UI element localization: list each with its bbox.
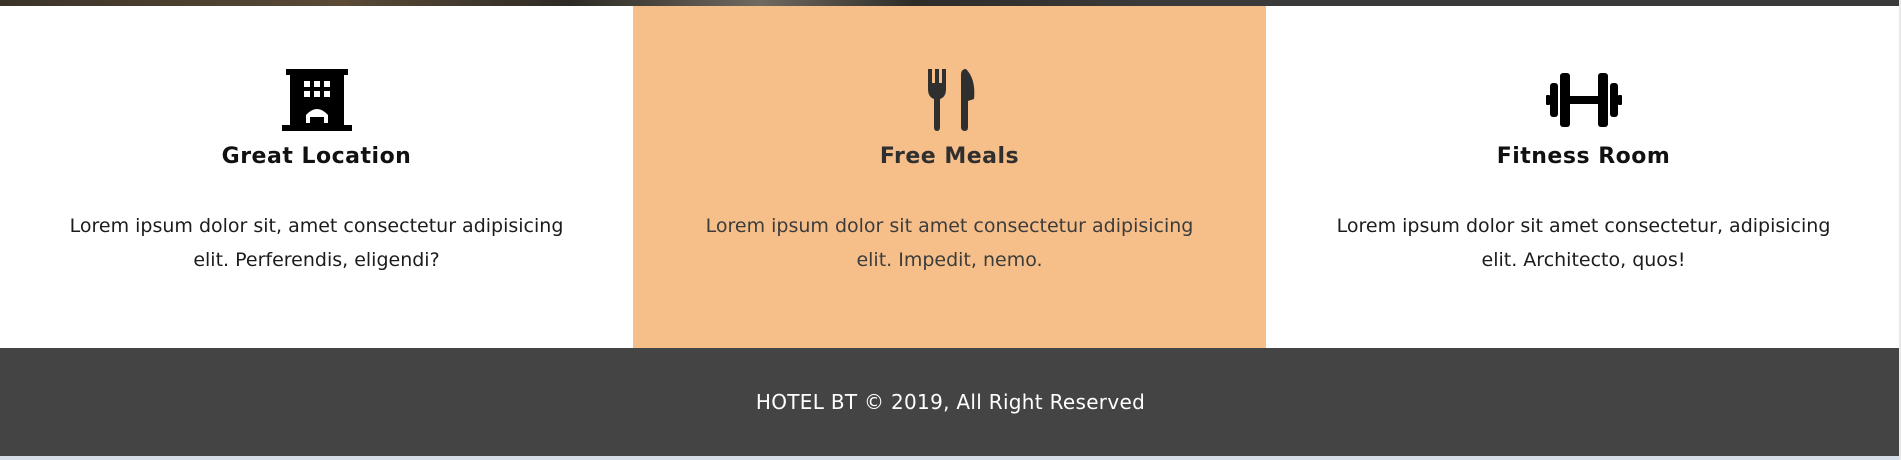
feature-title: Fitness Room <box>1496 144 1671 169</box>
fork-knife-icon <box>910 68 990 132</box>
feature-free-meals: Free Meals Lorem ipsum dolor sit amet co… <box>633 6 1266 348</box>
feature-fitness-room: Fitness Room Lorem ipsum dolor sit amet … <box>1266 6 1901 348</box>
features-section: Great Location Lorem ipsum dolor sit, am… <box>0 6 1901 348</box>
feature-great-location: Great Location Lorem ipsum dolor sit, am… <box>0 6 633 348</box>
page: Great Location Lorem ipsum dolor sit, am… <box>0 0 1901 460</box>
feature-title: Great Location <box>221 144 412 169</box>
copyright-text: HOTEL BT © 2019, All Right Reserved <box>755 390 1146 414</box>
bottom-edge <box>0 456 1901 460</box>
feature-description: Lorem ipsum dolor sit, amet consectetur … <box>69 215 564 271</box>
footer: HOTEL BT © 2019, All Right Reserved <box>0 348 1901 456</box>
building-icon <box>277 68 357 132</box>
feature-description: Lorem ipsum dolor sit amet consectetur, … <box>1336 215 1831 271</box>
feature-description: Lorem ipsum dolor sit amet consectetur a… <box>705 215 1194 271</box>
dumbbell-icon <box>1544 68 1624 132</box>
feature-title: Free Meals <box>879 144 1020 169</box>
